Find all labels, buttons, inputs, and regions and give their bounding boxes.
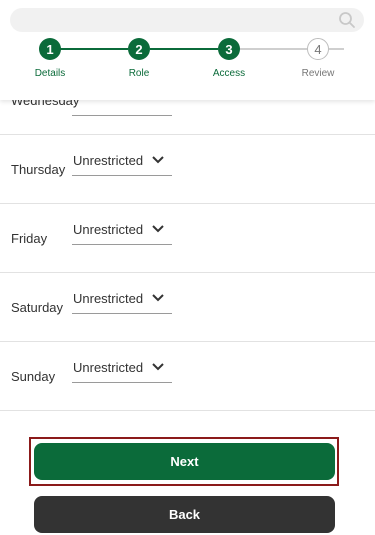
search-icon[interactable] xyxy=(338,11,356,29)
select-value: Unrestricted xyxy=(73,360,144,375)
chevron-down-icon xyxy=(152,294,164,302)
step-number: 2 xyxy=(135,41,143,57)
step-connector xyxy=(60,48,128,50)
chevron-down-icon xyxy=(152,225,164,233)
step-connector xyxy=(240,48,308,50)
day-label: Thursday xyxy=(11,162,66,177)
progress-stepper: 1 2 3 4 Details Role Access Review xyxy=(0,36,375,86)
search-input[interactable] xyxy=(10,8,364,32)
step-2-indicator[interactable]: 2 xyxy=(128,38,150,60)
schedule-row-saturday: Saturday Unrestricted xyxy=(0,272,375,342)
select-value: Unrestricted xyxy=(73,222,144,237)
step-connector xyxy=(150,48,218,50)
next-button[interactable]: Next xyxy=(34,443,335,480)
schedule-row-thursday: Thursday Unrestricted xyxy=(0,134,375,204)
step-number: 4 xyxy=(314,41,322,57)
step-number: 1 xyxy=(46,41,54,57)
step-4-indicator: 4 xyxy=(307,38,329,60)
step-3-indicator[interactable]: 3 xyxy=(218,38,240,60)
step-3-label: Access xyxy=(212,68,246,79)
day-restriction-select[interactable]: Unrestricted xyxy=(72,216,172,245)
select-value: Unrestricted xyxy=(73,291,144,306)
day-restriction-select[interactable]: Unrestricted xyxy=(72,285,172,314)
step-connector xyxy=(329,48,344,50)
schedule-row-sunday: Sunday Unrestricted xyxy=(0,341,375,411)
chevron-down-icon xyxy=(152,156,164,164)
chevron-down-icon xyxy=(152,363,164,371)
step-1-label: Details xyxy=(34,68,66,79)
day-restriction-select[interactable]: Unrestricted xyxy=(72,354,172,383)
day-label: Friday xyxy=(11,231,48,246)
step-2-label: Role xyxy=(128,68,150,79)
back-button[interactable]: Back xyxy=(34,496,335,533)
day-restriction-select[interactable]: Unrestricted xyxy=(72,147,172,176)
select-value: Unrestricted xyxy=(73,153,144,168)
page-header: 1 2 3 4 Details Role Access Review xyxy=(0,0,375,100)
step-4-label: Review xyxy=(301,68,335,79)
schedule-row-friday: Friday Unrestricted xyxy=(0,203,375,273)
day-label: Sunday xyxy=(11,369,56,384)
step-1-indicator[interactable]: 1 xyxy=(39,38,61,60)
day-label: Saturday xyxy=(11,300,64,315)
step-number: 3 xyxy=(225,41,233,57)
